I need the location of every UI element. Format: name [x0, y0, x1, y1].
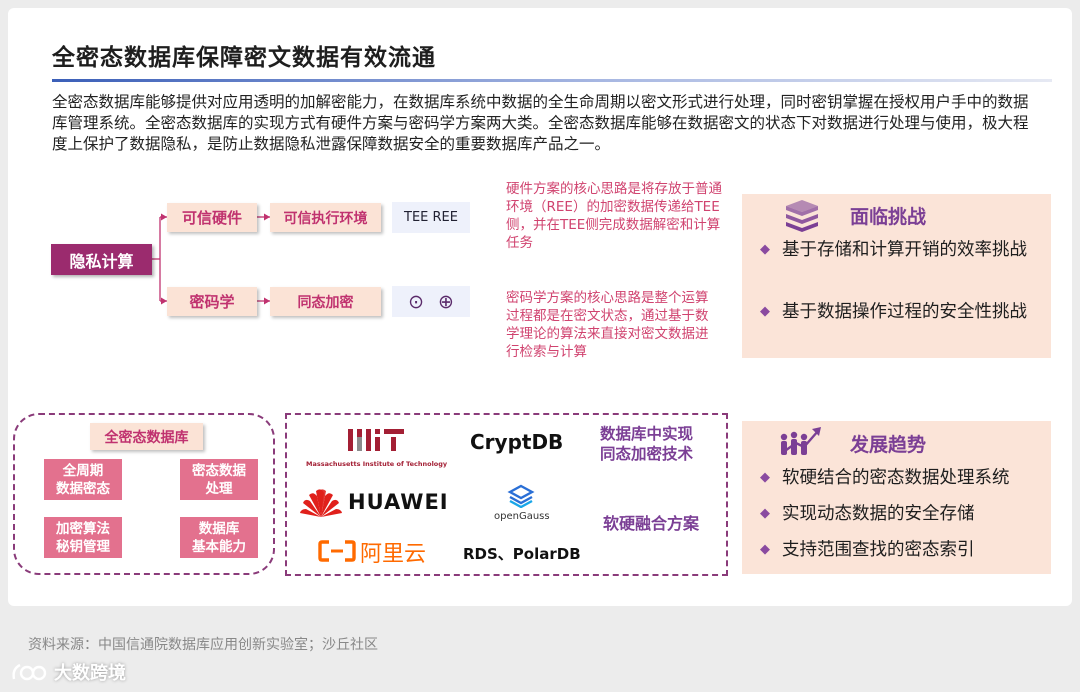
tree-node-tee: 可信执行环境	[270, 203, 381, 232]
opengauss-logo-text: openGauss	[494, 511, 550, 522]
tree-root-privacy-computing: 隐私计算	[51, 244, 152, 275]
trend-item: ◆ 软硬结合的密态数据处理系统	[760, 465, 1050, 491]
trends-panel: 发展趋势 ◆ 软硬结合的密态数据处理系统 ◆ 实现动态数据的安全存储 ◆ 支持范…	[742, 421, 1051, 574]
diamond-bullet-icon: ◆	[760, 542, 770, 557]
aliyun-logo-text: 阿里云	[360, 542, 427, 567]
capability-lifecycle: 全周期 数据密态	[44, 459, 122, 500]
rds-polardb-label: RDS、PolarDB	[463, 545, 581, 563]
diamond-bullet-icon: ◆	[760, 304, 770, 319]
he-in-db-label: 数据库中实现 同态加密技术	[600, 425, 694, 463]
aliyun-logo-icon	[318, 540, 356, 562]
crypto-description: 密码学方案的核心思路是整个运算过程都是在密文状态，通过基于数学理论的算法来直接对…	[506, 290, 709, 360]
books-icon	[786, 200, 818, 232]
source-note: 资料来源：中国信通院数据库应用创新实验室；沙丘社区	[28, 637, 378, 653]
trend-item: ◆ 实现动态数据的安全存储	[760, 501, 1050, 527]
cryptdb-logo: CryptDB	[470, 430, 564, 454]
oplus-icon: ⊕	[438, 290, 454, 313]
tee-ree-tag: TEE REE	[392, 202, 470, 233]
diamond-bullet-icon: ◆	[760, 506, 770, 521]
challenges-panel: 面临挑战 ◆ 基于存储和计算开销的效率挑战 ◆ 基于数据操作过程的安全性挑战	[742, 194, 1051, 358]
challenge-item: ◆ 基于数据操作过程的安全性挑战	[760, 299, 1050, 325]
watermark-logo-icon	[12, 663, 47, 681]
trend-item: ◆ 支持范围查找的密态索引	[760, 537, 1050, 563]
opengauss-logo-icon	[507, 484, 535, 508]
watermark: 大数跨境	[10, 659, 126, 685]
odot-icon: ⊙	[408, 290, 424, 313]
mit-subtitle: Massachusetts Institute of Technology	[306, 460, 448, 468]
tree-node-cryptography: 密码学	[167, 287, 257, 316]
capability-basic: 数据库 基本能力	[180, 517, 258, 558]
mit-logo-icon	[348, 429, 404, 451]
hardware-description: 硬件方案的核心思路是将存放于普通环境（REE）的加密数据传递给TEE侧，并在TE…	[506, 181, 722, 251]
challenge-item: ◆ 基于存储和计算开销的效率挑战	[760, 237, 1050, 263]
capability-processing: 密态数据 处理	[180, 459, 258, 500]
diamond-bullet-icon: ◆	[760, 242, 770, 257]
operator-symbols: ⊙ ⊕	[392, 286, 470, 317]
diamond-bullet-icon: ◆	[760, 470, 770, 485]
huawei-logo-text: HUAWEI	[348, 490, 449, 514]
tree-node-trusted-hardware: 可信硬件	[167, 203, 257, 232]
db-capabilities-title: 全密态数据库	[90, 423, 203, 450]
challenges-title: 面临挑战	[850, 206, 927, 228]
growth-people-icon	[780, 427, 821, 455]
huawei-logo-icon	[300, 489, 342, 517]
tree-node-homomorphic: 同态加密	[270, 287, 381, 316]
capability-key-management: 加密算法 秘钥管理	[44, 517, 122, 558]
trends-title: 发展趋势	[850, 434, 927, 456]
hybrid-solution-label: 软硬融合方案	[603, 514, 700, 533]
